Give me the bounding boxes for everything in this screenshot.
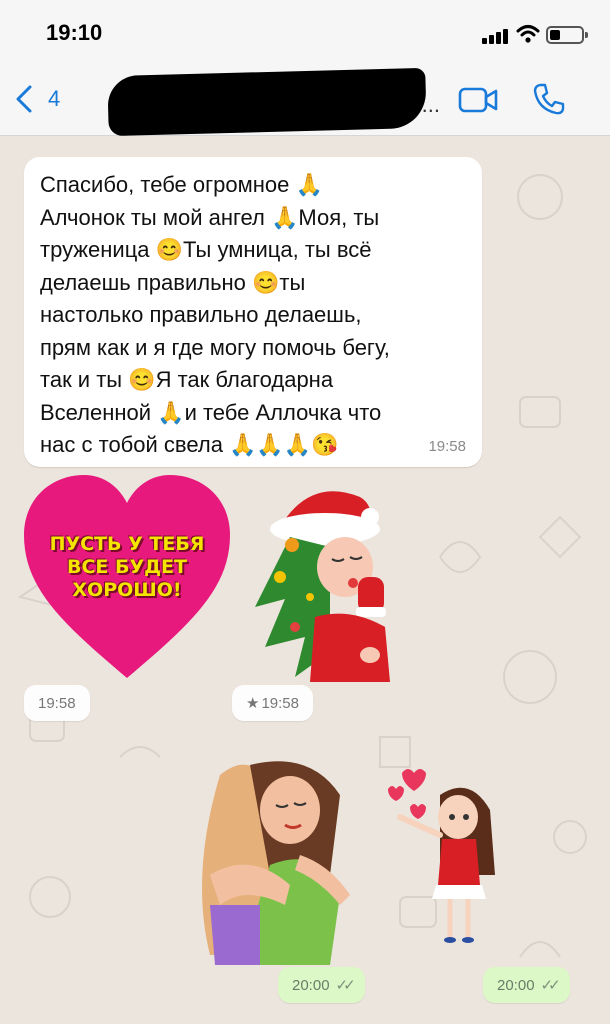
heart-sticker-time: 19:58 <box>38 694 76 712</box>
read-receipt-icon: ✓✓ <box>335 977 356 994</box>
christmas-girl-illustration <box>255 491 390 682</box>
contact-name-ellipsis: ... <box>421 92 440 117</box>
cellular-signal-icon <box>482 28 510 44</box>
video-call-icon[interactable] <box>458 86 498 114</box>
hugging-girls-illustration <box>202 761 350 965</box>
message-timestamp: 19:58 <box>428 438 466 455</box>
heart-sticker-timestamp: 19:58 <box>24 685 90 721</box>
incoming-message-bubble[interactable]: Спасибо, тебе огромное 🙏 Алчонок ты мой … <box>24 157 482 467</box>
heart-line-1: ПУСТЬ У ТЕБЯ <box>49 533 205 555</box>
chat-header: 4 ... <box>0 62 610 137</box>
christmas-sticker-timestamp: ★ 19:58 <box>232 685 313 721</box>
back-button[interactable]: 4 <box>14 82 74 116</box>
chat-area[interactable]: Спасибо, тебе огромное 🙏 Алчонок ты мой … <box>0 137 610 1024</box>
heart-sticker-caption: ПУСТЬ У ТЕБЯ ВСЕ БУДЕТ ХОРОШО! <box>22 533 232 602</box>
hug-sticker[interactable] <box>190 755 370 965</box>
heart-sticker[interactable]: ПУСТЬ У ТЕБЯ ВСЕ БУДЕТ ХОРОШО! <box>22 473 232 683</box>
christmas-sticker-time: 19:58 <box>261 694 299 712</box>
blowing-kiss-sticker[interactable] <box>380 765 500 945</box>
heart-line-2: ВСЕ БУДЕТ <box>66 556 187 578</box>
chevron-left-icon <box>16 85 32 113</box>
hug-sticker-timestamp: 20:00 ✓✓ <box>278 967 365 1003</box>
read-receipt-icon: ✓✓ <box>540 977 561 994</box>
starred-icon: ★ <box>246 695 260 712</box>
christmas-girl-sticker[interactable] <box>250 477 400 682</box>
battery-icon <box>546 26 588 44</box>
unread-count: 4 <box>48 86 61 111</box>
phone-call-icon[interactable] <box>532 82 566 116</box>
status-bar: 19:10 <box>0 0 610 62</box>
message-text: Спасибо, тебе огромное 🙏 Алчонок ты мой … <box>40 172 390 457</box>
status-time: 19:10 <box>46 20 103 45</box>
redacted-name-scribble <box>107 67 427 137</box>
kiss-sticker-timestamp: 20:00 ✓✓ <box>483 967 570 1003</box>
girl-blowing-kiss-illustration <box>388 769 495 943</box>
wifi-icon <box>516 25 540 43</box>
hug-sticker-time: 20:00 <box>292 976 330 994</box>
kiss-sticker-time: 20:00 <box>497 976 535 994</box>
contact-name[interactable]: ... <box>100 67 440 137</box>
heart-line-3: ХОРОШО! <box>72 579 182 601</box>
